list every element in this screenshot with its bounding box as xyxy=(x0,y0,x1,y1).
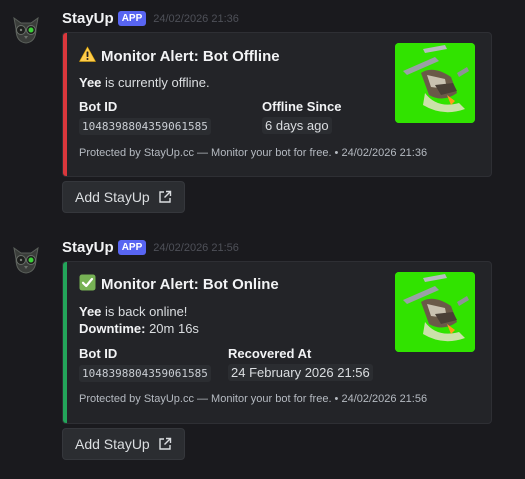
check-icon xyxy=(79,274,96,291)
embed-description: Yee is currently offline. xyxy=(79,75,210,90)
add-stayup-button[interactable]: Add StayUp xyxy=(62,181,185,213)
embed-card: Monitor Alert: Bot Offline Yee is curren… xyxy=(62,32,492,177)
warning-icon xyxy=(79,46,96,62)
embed-title: Monitor Alert: Bot Online xyxy=(79,274,279,293)
message-offline: StayUp APP 24/02/2026 21:36 Monitor Aler… xyxy=(0,0,525,230)
embed-card: Monitor Alert: Bot Online Yee is back on… xyxy=(62,261,492,424)
username[interactable]: StayUp xyxy=(62,10,114,27)
field-offline-since: Offline Since 6 days ago xyxy=(262,99,342,134)
bot-id-code: 1048398804359061585 xyxy=(79,365,211,382)
message-online: StayUp APP 24/02/2026 21:56 Monitor Aler… xyxy=(0,230,525,479)
username[interactable]: StayUp xyxy=(62,239,114,256)
recovered-time: 24 February 2026 21:56 xyxy=(228,364,373,381)
bot-id-code: 1048398804359061585 xyxy=(79,118,211,135)
owl-avatar-icon[interactable] xyxy=(9,242,43,276)
field-recovered-at: Recovered At 24 February 2026 21:56 xyxy=(228,346,373,381)
embed-thumbnail[interactable] xyxy=(395,43,475,123)
owl-avatar-icon[interactable] xyxy=(9,12,43,46)
relative-time: 6 days ago xyxy=(262,117,332,134)
downtime-value: 20m 16s xyxy=(145,321,199,336)
embed-thumbnail[interactable] xyxy=(395,272,475,352)
helicopter-crash-image xyxy=(395,272,475,352)
app-badge: APP xyxy=(117,11,147,26)
embed-footer: Protected by StayUp.cc — Monitor your bo… xyxy=(79,393,428,405)
external-link-icon xyxy=(159,437,171,450)
embed-description: Yee is back online! Downtime: 20m 16s xyxy=(79,304,199,336)
timestamp: 24/02/2026 21:56 xyxy=(153,241,239,254)
field-bot-id: Bot ID 1048398804359061585 xyxy=(79,99,211,135)
embed-title: Monitor Alert: Bot Offline xyxy=(79,46,280,65)
field-bot-id: Bot ID 1048398804359061585 xyxy=(79,346,211,382)
embed-accent-bar xyxy=(63,262,67,423)
timestamp: 24/02/2026 21:36 xyxy=(153,12,239,25)
bot-name: Yee xyxy=(79,75,102,90)
helicopter-crash-image xyxy=(395,43,475,123)
embed-accent-bar xyxy=(63,33,67,176)
app-badge: APP xyxy=(117,240,147,255)
embed-footer: Protected by StayUp.cc — Monitor your bo… xyxy=(79,147,428,159)
add-stayup-button[interactable]: Add StayUp xyxy=(62,428,185,460)
external-link-icon xyxy=(159,190,171,203)
bot-name: Yee xyxy=(79,304,102,319)
downtime-label: Downtime: xyxy=(79,321,146,336)
